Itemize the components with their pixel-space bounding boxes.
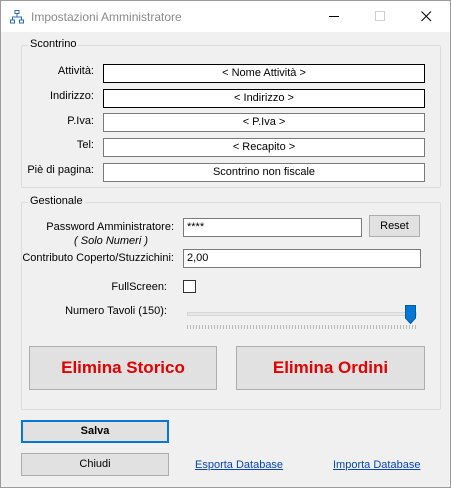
coperto-input[interactable]: 2,00 (183, 249, 421, 268)
attivita-field[interactable]: < Nome Attività > (103, 64, 425, 83)
network-icon (10, 10, 24, 24)
elimina-ordini-button[interactable]: Elimina Ordini (236, 346, 425, 390)
tavoli-slider-thumb[interactable] (405, 305, 416, 324)
close-button[interactable] (404, 1, 450, 32)
window-title: Impostazioni Amministratore (31, 10, 182, 24)
chiudi-button[interactable]: Chiudi (21, 453, 169, 476)
pie-di-pagina-label: Piè di pagina: (27, 164, 94, 176)
coperto-label: Contributo Coperto/Stuzzichini: (22, 252, 174, 264)
tavoli-slider-ticks (187, 325, 417, 329)
importa-database-link[interactable]: Importa Database (333, 459, 420, 471)
gestionale-legend: Gestionale (28, 195, 85, 207)
tel-label: Tel: (76, 139, 94, 151)
fullscreen-label: FullScreen: (111, 281, 167, 293)
reset-button[interactable]: Reset (369, 215, 420, 237)
piva-field[interactable]: < P.Iva > (103, 113, 425, 132)
pie-di-pagina-field[interactable]: Scontrino non fiscale (103, 163, 425, 182)
tel-field[interactable]: < Recapito > (103, 138, 425, 157)
minimize-button[interactable] (312, 1, 358, 32)
elimina-storico-button[interactable]: Elimina Storico (29, 346, 217, 390)
fullscreen-checkbox[interactable] (183, 280, 196, 293)
indirizzo-label: Indirizzo: (49, 90, 94, 102)
close-icon (421, 11, 432, 22)
maximize-icon (375, 11, 385, 21)
minimize-icon (329, 16, 339, 17)
password-hint: ( Solo Numeri ) (74, 235, 148, 247)
settings-window: Impostazioni Amministratore Scontrino At… (0, 0, 451, 488)
tavoli-slider-track[interactable] (187, 312, 417, 316)
maximize-button[interactable] (358, 1, 404, 32)
tavoli-label: Numero Tavoli (150): (65, 305, 167, 317)
scontrino-legend: Scontrino (28, 38, 79, 50)
password-input[interactable]: **** (183, 218, 362, 237)
piva-label: P.Iva: (67, 115, 94, 127)
password-label: Password Amministratore: (46, 221, 174, 233)
attivita-label: Attività: (57, 65, 94, 77)
indirizzo-field[interactable]: < Indirizzo > (103, 89, 425, 108)
esporta-database-link[interactable]: Esporta Database (195, 459, 283, 471)
salva-button[interactable]: Salva (21, 420, 169, 443)
title-bar: Impostazioni Amministratore (1, 1, 450, 32)
